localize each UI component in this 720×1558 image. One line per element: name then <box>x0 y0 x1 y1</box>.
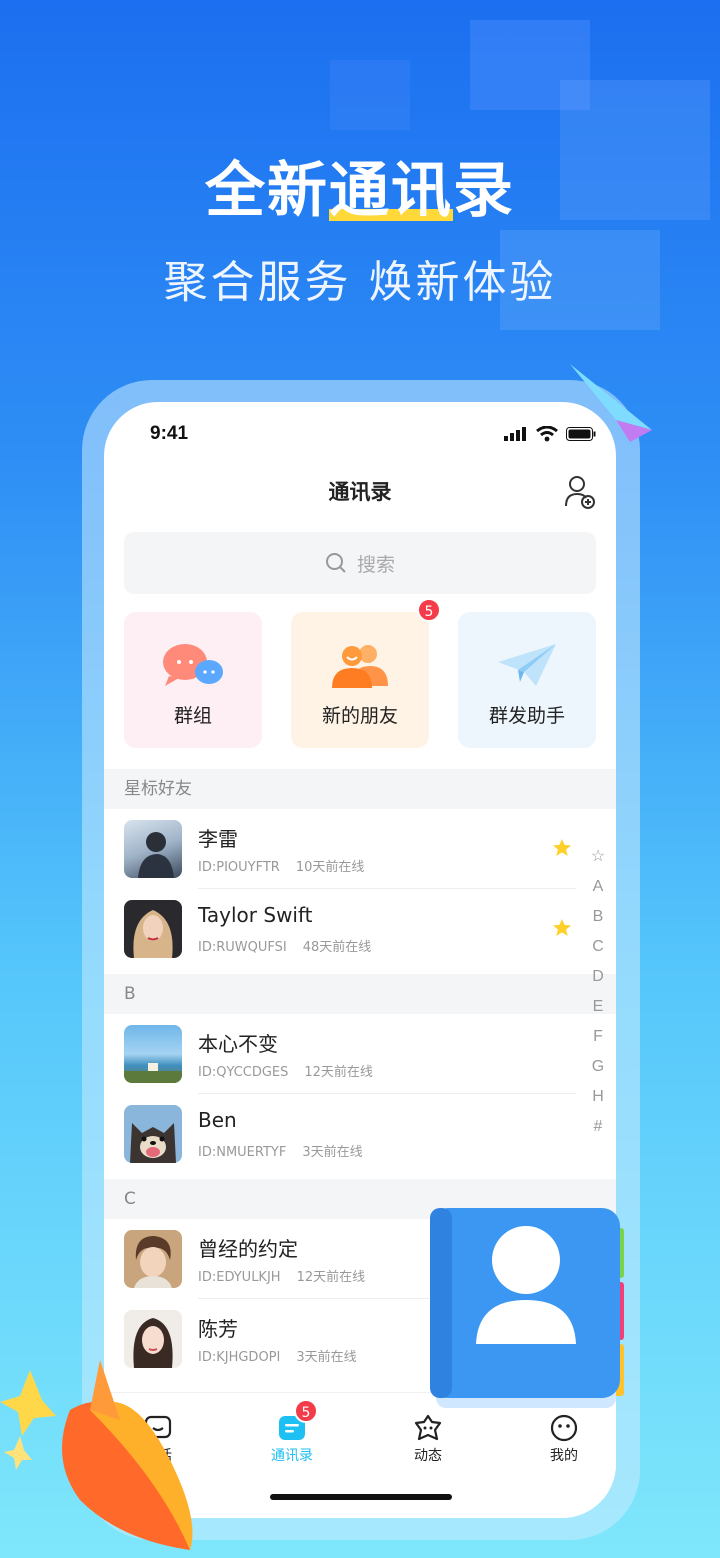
index-letter[interactable]: B <box>586 902 610 932</box>
page-title: 通讯录 <box>328 480 392 504</box>
tab-moments[interactable]: 动态 <box>388 1411 468 1465</box>
contact-name: Taylor Swift <box>198 903 313 927</box>
status-time: 9:41 <box>150 423 189 444</box>
contact-meta: ID:PIOUYFTR 10天前在线 <box>198 860 365 875</box>
hero-title: 全新通讯录 <box>0 142 720 229</box>
bg-decoration <box>330 60 410 130</box>
tab-badge: 5 <box>294 1399 318 1423</box>
nav-header: 通讯录 <box>104 474 616 514</box>
index-letter[interactable]: E <box>586 992 610 1022</box>
avatar <box>124 820 182 878</box>
contact-meta: ID:NMUERTYF 3天前在线 <box>198 1145 363 1160</box>
signal-icon <box>504 427 526 441</box>
tab-label: 我的 <box>550 1448 578 1464</box>
contact-name: 本心不变 <box>198 1032 278 1056</box>
search-icon <box>325 553 346 573</box>
avatar <box>124 1025 182 1083</box>
contact-name: 李雷 <box>198 827 238 851</box>
chat-bubbles-icon <box>163 644 223 686</box>
contact-name: 曾经的约定 <box>198 1237 298 1261</box>
index-letter[interactable]: C <box>586 932 610 962</box>
index-letter[interactable]: H <box>586 1082 610 1112</box>
card-label: 群组 <box>173 705 212 727</box>
home-indicator <box>270 1494 452 1500</box>
index-letter[interactable]: D <box>586 962 610 992</box>
section-header: B <box>104 974 616 1014</box>
quick-cards: 群组 新的朋友 5 群发助手 <box>124 598 596 748</box>
search-placeholder: 搜索 <box>356 553 395 576</box>
star-icon <box>553 839 571 856</box>
group-card[interactable]: 群组 <box>124 612 262 748</box>
profile-icon <box>550 1414 578 1442</box>
card-label: 新的朋友 <box>321 705 398 727</box>
contact-row[interactable]: 李雷 ID:PIOUYFTR 10天前在线 <box>104 809 616 889</box>
search-input[interactable]: 搜索 <box>124 532 596 594</box>
status-bar: 9:41 <box>150 422 596 446</box>
new-friends-badge: 5 <box>417 598 441 622</box>
index-letter[interactable]: G <box>586 1052 610 1082</box>
avatar <box>124 1105 182 1163</box>
battery-icon <box>566 427 596 441</box>
section-header: 星标好友 <box>104 769 616 809</box>
paper-plane-icon <box>498 644 556 686</box>
index-letter[interactable]: F <box>586 1022 610 1052</box>
wifi-icon <box>536 426 558 442</box>
avatar <box>124 900 182 958</box>
new-friends-card[interactable]: 新的朋友 5 <box>291 598 441 748</box>
contact-meta: ID:QYCCDGES 12天前在线 <box>198 1065 373 1080</box>
contact-row[interactable]: Taylor Swift ID:RUWQUFSI 48天前在线 <box>104 889 616 969</box>
contact-row[interactable]: Ben ID:NMUERTYF 3天前在线 <box>104 1094 616 1174</box>
broadcast-card[interactable]: 群发助手 <box>458 612 596 748</box>
avatar <box>124 1230 182 1288</box>
tab-label: 通讯录 <box>271 1448 313 1464</box>
card-label: 群发助手 <box>488 705 565 727</box>
tab-profile[interactable]: 我的 <box>524 1411 604 1465</box>
contact-meta: ID:EDYULKJH 12天前在线 <box>198 1270 366 1285</box>
contact-name: 陈芳 <box>198 1317 238 1341</box>
hero-subtitle: 聚合服务 焕新体验 <box>163 257 557 308</box>
contact-name: Ben <box>198 1108 237 1132</box>
contact-row[interactable]: 本心不变 ID:QYCCDGES 12天前在线 <box>104 1014 616 1094</box>
contact-meta: ID:KJHGDOPI 3天前在线 <box>198 1350 357 1365</box>
moments-icon <box>414 1414 442 1441</box>
contact-book-decoration <box>430 1208 624 1408</box>
contact-meta: ID:RUWQUFSI 48天前在线 <box>198 940 372 955</box>
star-icon <box>553 919 571 936</box>
people-icon <box>332 645 388 688</box>
tab-label: 动态 <box>414 1448 442 1464</box>
index-letter[interactable]: # <box>586 1112 610 1142</box>
index-letter[interactable]: A <box>586 872 610 902</box>
index-letter[interactable]: ☆ <box>586 842 610 872</box>
alphabet-index[interactable]: ☆ A B C D E F G H # <box>586 842 610 1142</box>
add-friend-icon[interactable] <box>564 474 596 510</box>
tab-contacts[interactable]: 通讯录 5 <box>252 1399 332 1465</box>
megaphone-decoration <box>0 1360 193 1550</box>
